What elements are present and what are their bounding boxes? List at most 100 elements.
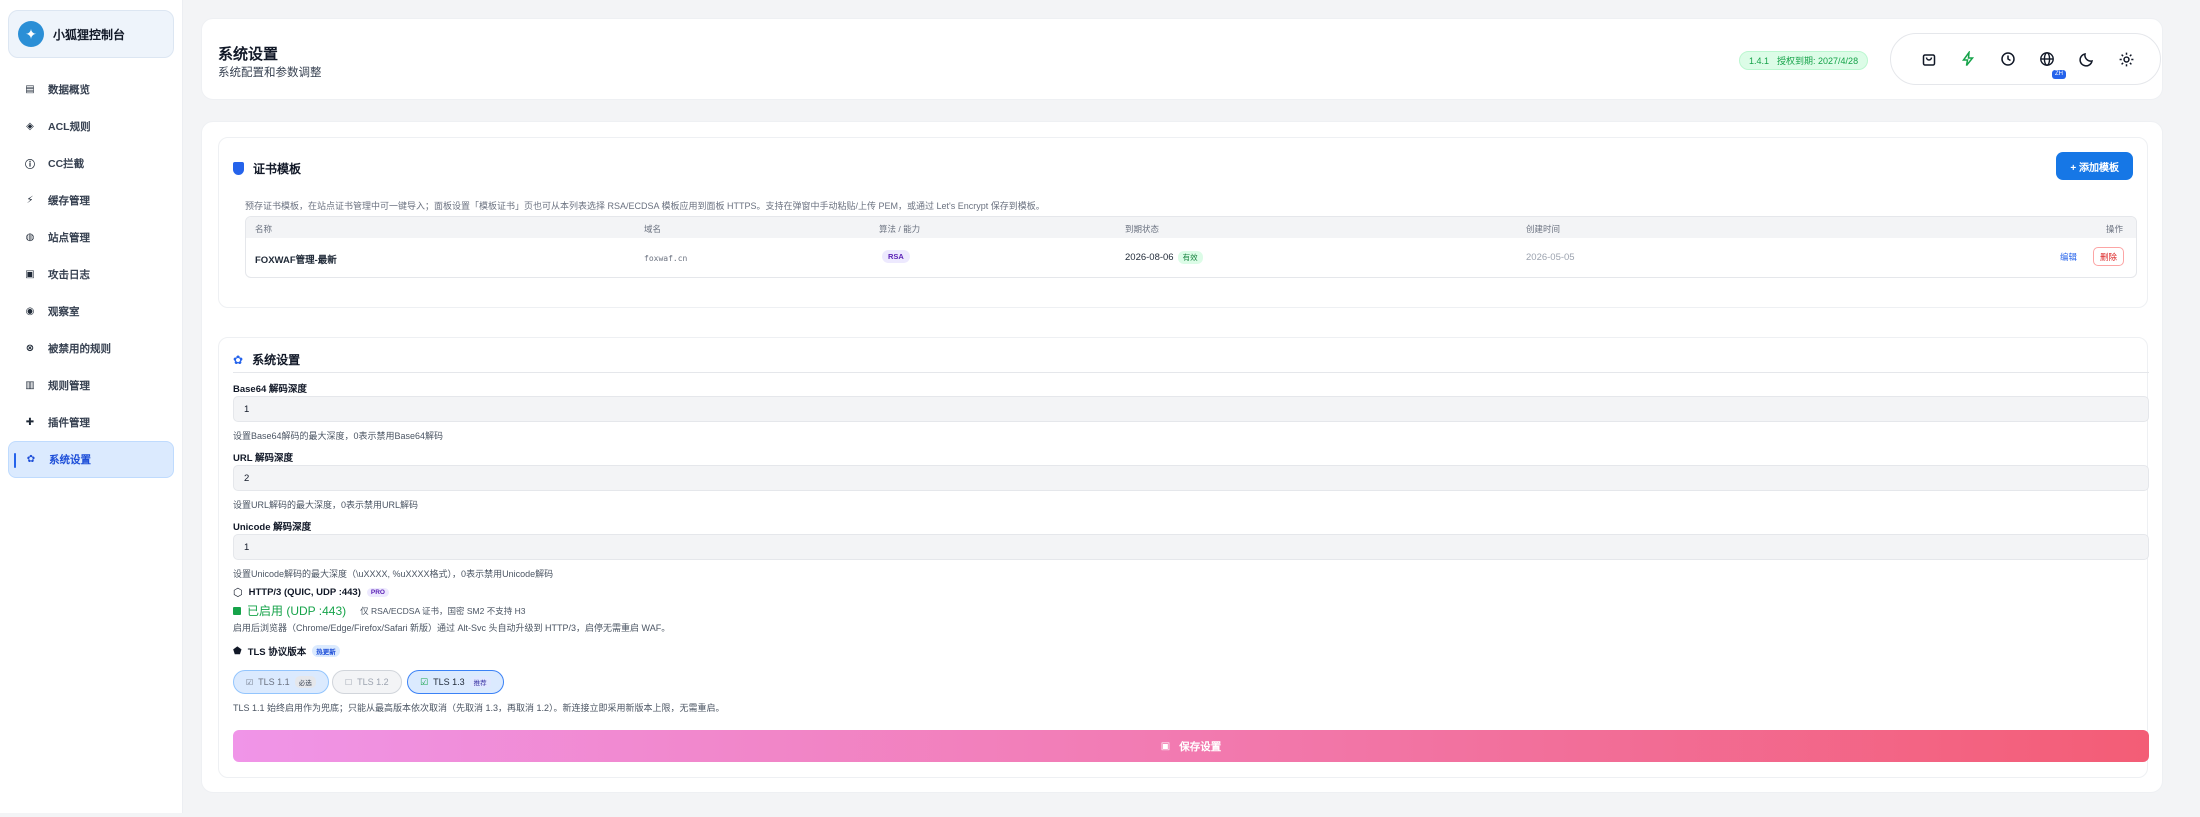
sidebar-item-rules[interactable]: ▥ 规则管理 bbox=[8, 367, 174, 404]
shield-icon: ⬟ bbox=[233, 645, 242, 657]
base64-depth-input[interactable]: 1 bbox=[233, 396, 2149, 422]
ban-icon: ⊗ bbox=[25, 343, 35, 354]
eye-icon: ◉ bbox=[25, 306, 35, 317]
book-icon: ▥ bbox=[25, 380, 35, 391]
algo-badge: RSA bbox=[882, 250, 910, 263]
divider bbox=[233, 372, 2149, 373]
page-header: 系统设置 系统配置和参数调整 1.4.1 授权到期: 2027/4/28 ZH bbox=[201, 18, 2163, 100]
sidebar-item-plugins[interactable]: ✚ 插件管理 bbox=[8, 404, 174, 441]
col-expire: 到期状态 bbox=[1125, 224, 1160, 234]
sidebar-nav: ▤ 数据概览 ◈ ACL规则 ⓘ CC拦截 ⚡ 缓存管理 ◍ 站点管理 ▣ 攻击日志 ◉ 观察… bbox=[0, 71, 182, 478]
tls-1-1-chip[interactable]: ☑ TLS 1.1 必选 bbox=[233, 670, 329, 694]
sidebar: ✦ 小狐狸控制台 ▤ 数据概览 ◈ ACL规则 ⓘ CC拦截 ⚡ 缓存管理 ◍ 站点管理 … bbox=[0, 0, 183, 813]
sidebar-item-cc[interactable]: ⓘ CC拦截 bbox=[8, 145, 174, 182]
version-number: 1.4.1 bbox=[1749, 55, 1770, 66]
edit-button[interactable]: 编辑 bbox=[2054, 247, 2083, 266]
main-panel: 证书模板 + 添加模板 预存证书模板，在站点证书管理中可一键导入；面板设置「模板… bbox=[201, 121, 2163, 793]
col-created: 创建时间 bbox=[1526, 224, 1561, 234]
col-algo: 算法 / 能力 bbox=[879, 224, 921, 234]
shopping-bag-icon[interactable] bbox=[1920, 50, 1938, 68]
url-depth-label: URL 解码深度 bbox=[233, 453, 293, 464]
page-title: 系统设置 bbox=[218, 46, 279, 63]
sidebar-item-sites[interactable]: ◍ 站点管理 bbox=[8, 219, 174, 256]
checkbox-empty-icon: ☐ bbox=[345, 677, 353, 687]
url-depth-input[interactable]: 2 bbox=[233, 465, 2149, 491]
hexagon-icon: ⬡ bbox=[233, 587, 243, 599]
cert-name: FOXWAF管理-最新 bbox=[255, 255, 337, 266]
table-header: 名称 域名 算法 / 能力 到期状态 创建时间 操作 bbox=[246, 217, 2136, 238]
system-settings-section: ✿ 系统设置 Base64 解码深度 1 设置Base64解码的最大深度，0表示… bbox=[218, 337, 2149, 778]
globe-icon: ◍ bbox=[25, 232, 35, 243]
clock-icon[interactable] bbox=[1999, 50, 2017, 68]
http3-note: 仅 RSA/ECDSA 证书，国密 SM2 不支持 H3 bbox=[360, 605, 526, 616]
cert-table: 名称 域名 算法 / 能力 到期状态 创建时间 操作 FOXWAF管理-最新 f… bbox=[245, 216, 2137, 278]
language-badge: ZH bbox=[2052, 70, 2066, 79]
tls-hint: TLS 1.1 始终启用作为兜底；只能从最高版本依次取消（先取消 1.3，再取消… bbox=[233, 703, 725, 713]
cert-section-title: 证书模板 bbox=[233, 160, 301, 177]
sidebar-item-disabled-rules[interactable]: ⊗ 被禁用的规则 bbox=[8, 330, 174, 367]
layers-icon: ◈ bbox=[26, 121, 34, 132]
app-name: 小狐狸控制台 bbox=[53, 27, 126, 42]
tls-1-2-chip[interactable]: ☐ TLS 1.2 bbox=[332, 670, 402, 694]
base64-depth-hint: 设置Base64解码的最大深度，0表示禁用Base64解码 bbox=[233, 431, 444, 441]
info-icon: ⓘ bbox=[25, 160, 35, 171]
sidebar-item-observe[interactable]: ◉ 观察室 bbox=[8, 293, 174, 330]
unicode-depth-hint: 设置Unicode解码的最大深度（\uXXXX, %uXXXX格式），0表示禁用… bbox=[233, 569, 554, 579]
tls-label-row: ⬟ TLS 协议版本 热更新 bbox=[233, 644, 340, 658]
table-row: FOXWAF管理-最新 foxwaf.cn RSA 2026-08-06 有效 2… bbox=[246, 238, 2136, 277]
expire-cell: 2026-08-06 有效 bbox=[1125, 251, 1203, 264]
required-tag: 必选 bbox=[294, 676, 316, 688]
cert-domain: foxwaf.cn bbox=[644, 254, 688, 263]
sidebar-item-attack-log[interactable]: ▣ 攻击日志 bbox=[8, 256, 174, 293]
sidebar-item-overview[interactable]: ▤ 数据概览 bbox=[8, 71, 174, 108]
puzzle-icon: ✚ bbox=[25, 417, 35, 428]
status-badge: 有效 bbox=[1177, 251, 1203, 264]
unicode-depth-label: Unicode 解码深度 bbox=[233, 522, 312, 533]
bolt-icon: ⚡ bbox=[26, 195, 34, 206]
delete-button[interactable]: 删除 bbox=[2093, 247, 2125, 266]
version-badge: 1.4.1 授权到期: 2027/4/28 bbox=[1739, 51, 1869, 70]
base64-depth-label: Base64 解码深度 bbox=[233, 384, 307, 395]
add-template-button[interactable]: + 添加模板 bbox=[2056, 152, 2133, 180]
shield-icon bbox=[233, 162, 244, 175]
cert-template-section: 证书模板 + 添加模板 预存证书模板，在站点证书管理中可一键导入；面板设置「模板… bbox=[218, 137, 2148, 308]
brand[interactable]: ✦ 小狐狸控制台 bbox=[8, 10, 174, 58]
checkbox-locked-icon: ☑ bbox=[246, 677, 254, 687]
hot-update-badge: 热更新 bbox=[312, 645, 340, 657]
cert-description: 预存证书模板，在站点证书管理中可一键导入；面板设置「模板证书」页也可从本列表选择… bbox=[245, 201, 1045, 211]
sidebar-item-settings[interactable]: ✿ 系统设置 bbox=[8, 441, 174, 478]
tls-1-3-chip[interactable]: ☑ TLS 1.3 推荐 bbox=[407, 670, 504, 694]
settings-gear-icon[interactable] bbox=[2117, 50, 2135, 68]
pro-badge: PRO bbox=[366, 588, 389, 597]
unicode-depth-input[interactable]: 1 bbox=[233, 534, 2149, 560]
page-subtitle: 系统配置和参数调整 bbox=[218, 67, 322, 79]
http3-label-row: ⬡ HTTP/3 (QUIC, UDP :443) PRO bbox=[233, 586, 389, 599]
settings-section-title: ✿ 系统设置 bbox=[233, 352, 301, 368]
http3-enabled-text: 已启用 (UDP :443) bbox=[247, 604, 347, 618]
col-actions: 操作 bbox=[2106, 224, 2124, 234]
fox-logo-icon: ✦ bbox=[18, 21, 44, 47]
col-domain: 域名 bbox=[644, 224, 662, 234]
grid-icon: ▤ bbox=[25, 84, 35, 95]
sidebar-item-cache[interactable]: ⚡ 缓存管理 bbox=[8, 182, 174, 219]
checkbox-checked-icon: ☑ bbox=[420, 676, 429, 687]
expire-date: 2026-08-06 bbox=[1125, 252, 1174, 263]
gear-icon: ✿ bbox=[233, 352, 244, 367]
sidebar-item-acl[interactable]: ◈ ACL规则 bbox=[8, 108, 174, 145]
file-icon: ▣ bbox=[25, 269, 35, 280]
moon-icon[interactable] bbox=[2078, 50, 2096, 68]
col-name: 名称 bbox=[255, 224, 273, 234]
created-date: 2026-05-05 bbox=[1526, 252, 1575, 263]
save-settings-button[interactable]: ▣ 保存设置 bbox=[233, 730, 2149, 762]
toolbar: ZH bbox=[1890, 33, 2161, 85]
checkbox-checked-icon bbox=[233, 606, 241, 615]
save-icon: ▣ bbox=[1160, 740, 1171, 752]
http3-toggle[interactable]: 已启用 (UDP :443) 仅 RSA/ECDSA 证书，国密 SM2 不支持… bbox=[233, 602, 525, 619]
gear-icon: ✿ bbox=[26, 454, 36, 465]
bolt-icon[interactable] bbox=[1959, 50, 1977, 68]
http3-hint: 启用后浏览器（Chrome/Edge/Firefox/Safari 新版）通过 … bbox=[233, 623, 671, 633]
license-expiry: 授权到期: 2027/4/28 bbox=[1777, 56, 1859, 66]
recommended-tag: 推荐 bbox=[469, 676, 491, 688]
language-globe-icon[interactable] bbox=[2038, 50, 2056, 68]
url-depth-hint: 设置URL解码的最大深度，0表示禁用URL解码 bbox=[233, 500, 419, 510]
